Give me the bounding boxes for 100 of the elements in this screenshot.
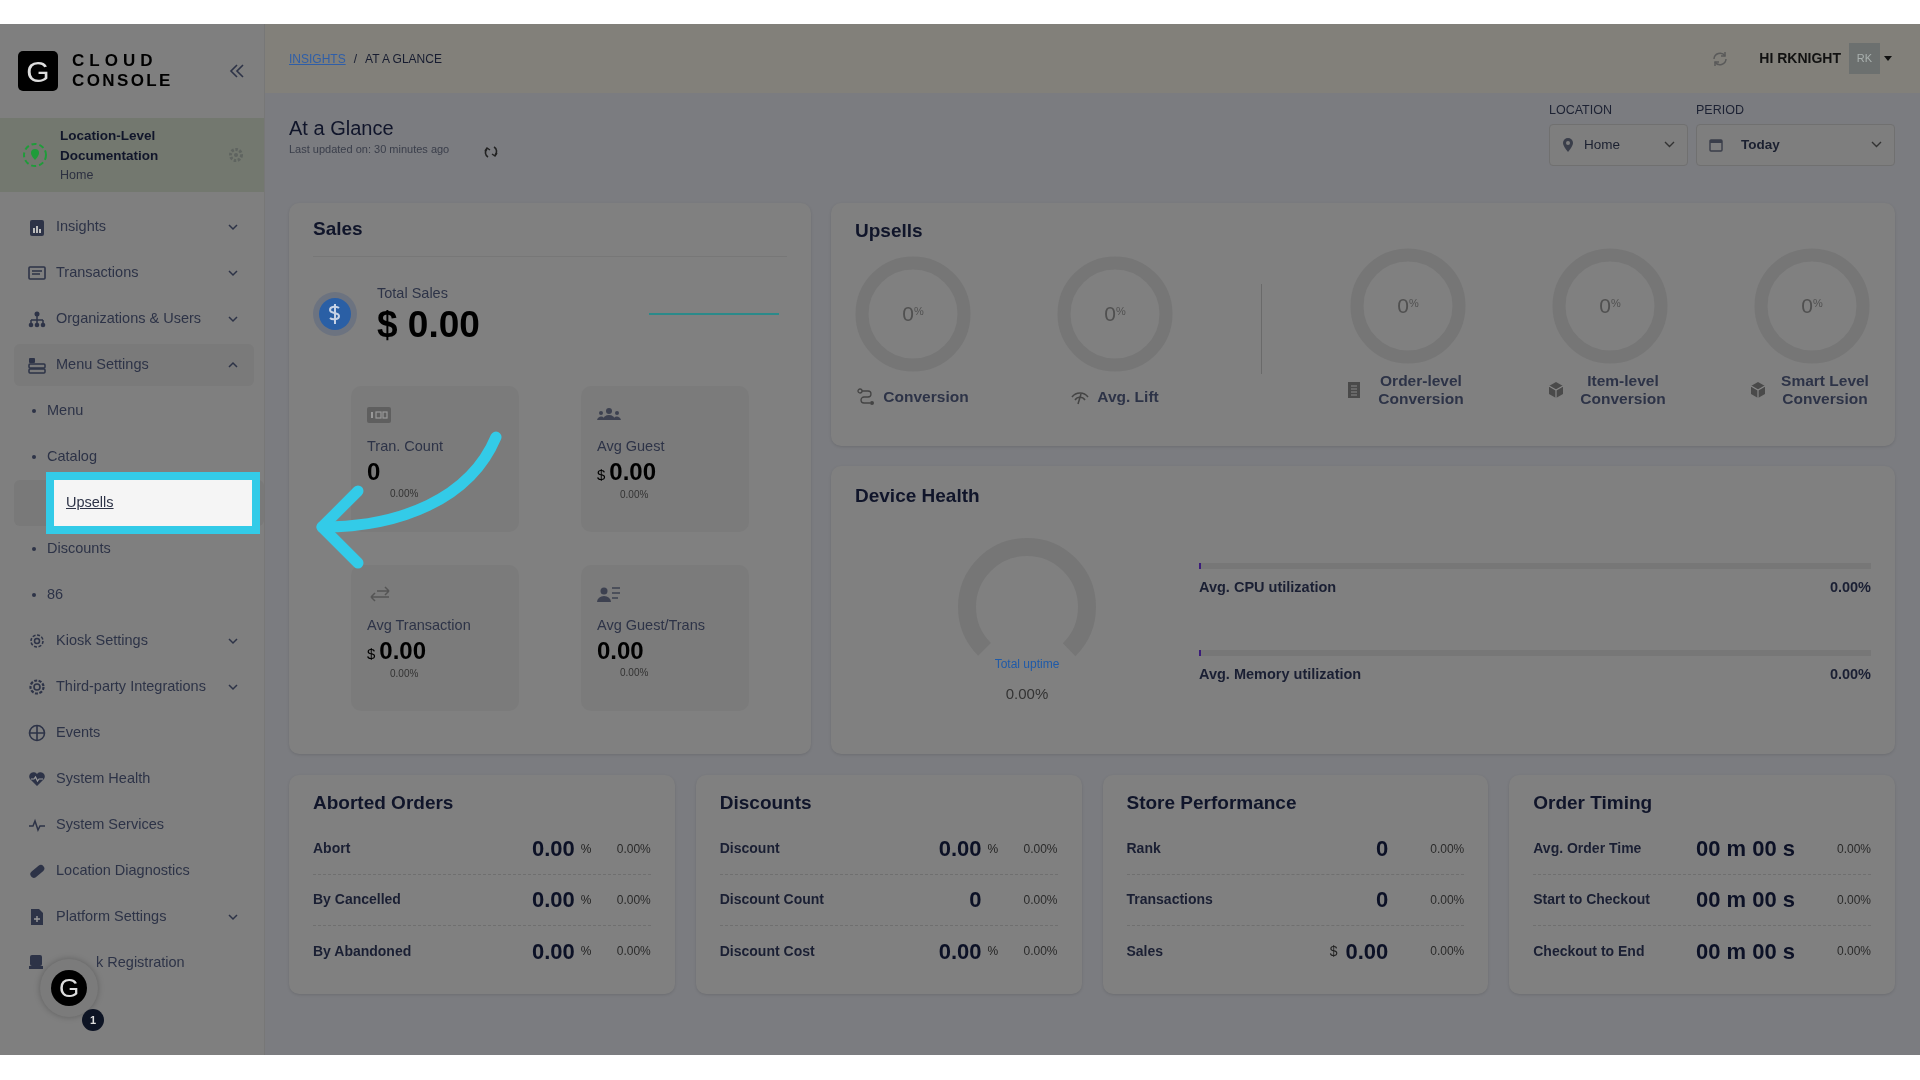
- chevron-down-icon: [1664, 141, 1675, 149]
- row-label: Abort: [313, 839, 352, 858]
- sync-icon[interactable]: [484, 145, 498, 159]
- box-icon: [1547, 380, 1565, 399]
- row-label: By Cancelled: [313, 890, 402, 909]
- filter-label: PERIOD: [1696, 102, 1745, 119]
- avatar[interactable]: RK: [1849, 43, 1880, 74]
- breadcrumb-link[interactable]: INSIGHTS: [289, 49, 346, 68]
- bar-value: 0.00%: [1829, 665, 1871, 685]
- row-change: 0.00%: [615, 891, 651, 909]
- page-title: At a Glance: [289, 116, 395, 141]
- sidebar-subitem[interactable]: Discounts: [47, 538, 111, 560]
- user-greeting: HI RKNIGHT: [1759, 49, 1841, 68]
- row-label: Transactions: [1126, 890, 1214, 909]
- refresh-icon[interactable]: [1711, 49, 1730, 68]
- row-value: 00 m 00 s: [1695, 886, 1795, 914]
- person-list-icon: [597, 585, 621, 604]
- row-change: 0.00%: [1022, 943, 1058, 960]
- location-subtitle: Home: [60, 166, 95, 184]
- row-label: Sales: [1126, 941, 1165, 961]
- chevron-down-icon: [228, 913, 238, 921]
- collapse-icon[interactable]: [228, 63, 246, 79]
- stat-value: 0.00: [609, 458, 657, 486]
- uptime-label: Total uptime: [994, 655, 1060, 673]
- breadcrumb-separator: /: [353, 50, 357, 68]
- row-value: 0.00: [531, 937, 575, 966]
- sidebar-item[interactable]: Organizations & Users: [14, 296, 254, 342]
- sidebar-item[interactable]: Platform Settings: [14, 894, 254, 940]
- kiosk-icon: [28, 954, 46, 972]
- row-value: 0: [1376, 835, 1389, 863]
- row-label: Checkout to End: [1533, 941, 1646, 961]
- row-value: 0.00: [938, 937, 982, 966]
- receipt-icon: [1345, 380, 1363, 399]
- row-change: 0.00%: [1022, 891, 1058, 909]
- row-change: 0.00%: [1429, 891, 1465, 909]
- sidebar-item[interactable]: Third-party Integrations: [14, 664, 254, 710]
- route-icon: [857, 387, 876, 406]
- card-title: Device Health: [855, 484, 981, 508]
- location-name: Location-Level Documentation: [60, 126, 160, 165]
- unit-label: %: [987, 943, 1000, 960]
- stat-label: Avg Transaction: [367, 616, 472, 636]
- bar-value: 0.00%: [1829, 577, 1871, 597]
- chevron-down-icon: [228, 269, 238, 277]
- row-value: 0.00: [938, 835, 982, 863]
- row-change: 0.00%: [1429, 840, 1465, 858]
- sidebar-subitem[interactable]: Catalog: [47, 446, 97, 468]
- row-change: 0.00%: [615, 943, 651, 960]
- filter-label: LOCATION: [1549, 102, 1613, 119]
- stat-label: Avg Guest: [597, 437, 666, 457]
- calendar-icon: [1709, 137, 1723, 152]
- org-chart-icon: [28, 310, 46, 328]
- row-change: 0.00%: [1022, 840, 1058, 858]
- last-updated: Last updated on: 30 minutes ago: [289, 143, 451, 156]
- row-label: Avg. Order Time: [1533, 839, 1643, 858]
- stat-change: 0.00%: [390, 487, 420, 501]
- card-title: Sales: [313, 215, 787, 257]
- chat-logo: G: [51, 970, 87, 1006]
- sidebar-subitem[interactable]: Menu: [47, 400, 84, 422]
- row-value: 00 m 00 s: [1695, 835, 1795, 863]
- bullet-icon: [32, 409, 36, 413]
- unit-label: %: [987, 840, 1000, 858]
- sidebar-subitem[interactable]: 86: [47, 584, 64, 606]
- location-pin-icon: [22, 142, 48, 168]
- stat-value: 0.00: [597, 637, 644, 665]
- dropdown[interactable]: Today: [1696, 123, 1895, 166]
- sidebar-item[interactable]: Kiosk Settings: [14, 618, 254, 664]
- row-label: Discount Count: [719, 890, 825, 909]
- sidebar-item[interactable]: Transactions: [14, 250, 254, 296]
- pin-icon: [1562, 137, 1574, 152]
- logo: G: [18, 51, 58, 91]
- unit-label: %: [580, 891, 593, 909]
- exchange-icon: [367, 585, 391, 604]
- sidebar-item[interactable]: System Health: [14, 756, 254, 802]
- sidebar-item[interactable]: Menu Settings: [14, 344, 254, 386]
- row-label: Start to Checkout: [1533, 890, 1651, 909]
- caret-icon[interactable]: [1884, 56, 1892, 61]
- dropdown[interactable]: Home: [1549, 123, 1688, 166]
- row-label: Discount: [719, 839, 781, 858]
- unit-label: %: [580, 943, 593, 960]
- sidebar-item[interactable]: Location Diagnostics: [14, 848, 254, 894]
- sidebar-item[interactable]: Insights: [14, 204, 254, 250]
- sidebar-item[interactable]: System Services: [14, 802, 254, 848]
- card-title: Upsells: [855, 219, 924, 243]
- row-value: 0: [1376, 886, 1389, 914]
- stat-value: 0.00: [379, 637, 427, 665]
- list-icon: [28, 264, 46, 282]
- sidebar-item[interactable]: Events: [14, 710, 254, 756]
- sidebar-subitem[interactable]: Upsells: [46, 472, 260, 534]
- card-title: Aborted Orders: [313, 791, 455, 815]
- row-value: 0.00: [531, 835, 575, 863]
- chart-icon: [28, 218, 46, 236]
- bar-label: Avg. CPU utilization: [1199, 577, 1337, 597]
- metric-label: Avg. Lift: [1097, 387, 1159, 406]
- chevron-up-icon: [228, 361, 238, 369]
- currency-symbol: $: [367, 644, 376, 664]
- card-title: Discounts: [719, 791, 813, 815]
- row-label: Discount Cost: [719, 941, 816, 961]
- drawer-icon: [28, 356, 46, 374]
- row-label: By Abandoned: [313, 941, 413, 961]
- bar-label: Avg. Memory utilization: [1199, 665, 1362, 685]
